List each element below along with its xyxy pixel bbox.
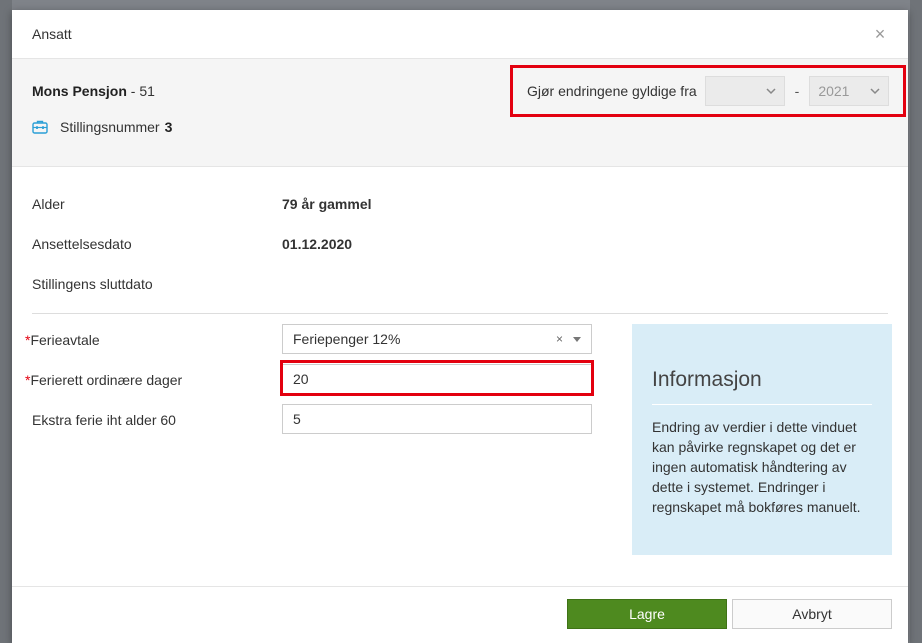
validity-label: Gjør endringene gyldige fra — [527, 83, 697, 99]
briefcase-icon — [32, 120, 48, 134]
section-divider — [32, 313, 888, 314]
employee-number: - 51 — [126, 83, 155, 99]
employee-name: Mons Pensjon — [32, 83, 127, 99]
extra-vacation-label: Ekstra ferie iht alder 60 — [32, 412, 176, 428]
vacation-days-label-text: Ferierett ordinære dager — [30, 372, 183, 388]
dialog-title: Ansatt — [32, 26, 72, 42]
select-controls: × — [556, 332, 581, 346]
information-title: Informasjon — [652, 368, 762, 391]
position-number: 3 — [164, 119, 173, 135]
vacation-agreement-label: *Ferieavtale — [25, 332, 100, 348]
information-text: Endring av verdier i dette vinduet kan p… — [652, 419, 861, 515]
validity-highlight-box: Gjør endringene gyldige fra - 2021 — [510, 65, 906, 117]
caret-down-icon[interactable] — [573, 336, 581, 342]
employee-dialog: Ansatt × Mons Pensjon - 51 Stillingsnumm… — [12, 10, 908, 643]
information-rule — [652, 404, 872, 405]
age-label: Alder — [32, 196, 65, 212]
month-select[interactable] — [704, 76, 785, 106]
vacation-days-highlight-box — [280, 360, 594, 396]
end-date-label: Stillingens sluttdato — [32, 276, 153, 292]
extra-vacation-value: 5 — [293, 411, 301, 427]
vacation-days-label: *Ferierett ordinære dager — [25, 372, 182, 388]
information-panel: Informasjon Endring av verdier i dette v… — [632, 324, 892, 555]
employee-info-band: Mons Pensjon - 51 Stillingsnummer 3 Gjør … — [12, 59, 908, 167]
extra-vacation-input[interactable]: 5 — [282, 404, 592, 434]
employee-name-line: Mons Pensjon - 51 — [32, 83, 155, 99]
close-icon[interactable]: × — [870, 24, 890, 44]
position-label: Stillingsnummer — [60, 119, 160, 135]
date-separator: - — [794, 83, 800, 99]
background-left-strip — [0, 0, 12, 643]
year-select[interactable]: 2021 — [809, 76, 890, 106]
position-row: Stillingsnummer 3 — [32, 119, 172, 135]
save-button[interactable]: Lagre — [567, 599, 727, 629]
employment-date-label: Ansettelsesdato — [32, 236, 132, 252]
vacation-agreement-select[interactable]: Feriepenger 12% × — [282, 324, 592, 354]
vacation-agreement-value: Feriepenger 12% — [293, 331, 401, 347]
vacation-agreement-label-text: Ferieavtale — [30, 332, 100, 348]
background-right-strip — [910, 0, 922, 643]
year-select-value: 2021 — [818, 83, 850, 99]
chevron-down-icon — [870, 88, 880, 95]
chevron-down-icon — [766, 88, 776, 95]
employment-date-value: 01.12.2020 — [282, 236, 353, 252]
clear-icon[interactable]: × — [556, 332, 563, 346]
age-value: 79 år gammel — [282, 196, 372, 212]
cancel-button[interactable]: Avbryt — [732, 599, 892, 629]
dialog-header: Ansatt × — [12, 10, 908, 59]
dialog-footer: Lagre Avbryt — [12, 586, 908, 643]
